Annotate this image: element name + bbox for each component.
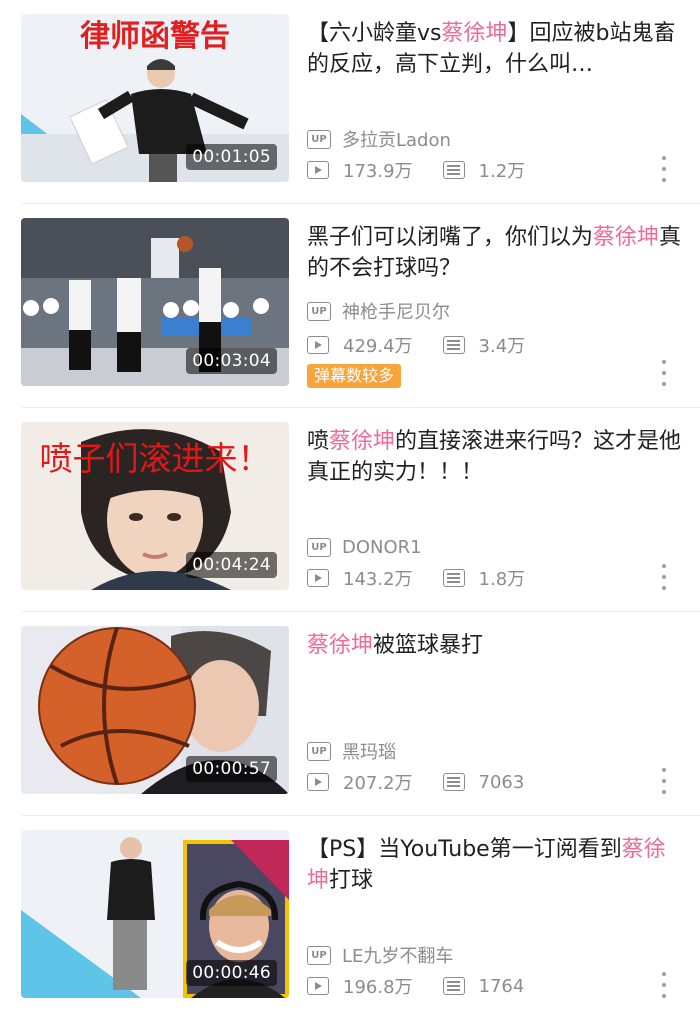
play-count-icon <box>307 569 329 587</box>
uploader-name: 神枪手尼贝尔 <box>342 302 450 323</box>
video-card[interactable]: 律师函警告 00:01:05 【六小龄童vs蔡徐坤】回应被b站鬼畜的反应，高下立… <box>0 0 700 204</box>
video-title[interactable]: 黑子们可以闭嘴了，你们以为蔡徐坤真的不会打球吗？ <box>307 222 682 284</box>
video-card[interactable]: 00:03:04 黑子们可以闭嘴了，你们以为蔡徐坤真的不会打球吗？ UP 神枪手… <box>0 204 700 408</box>
video-list: 律师函警告 00:01:05 【六小龄童vs蔡徐坤】回应被b站鬼畜的反应，高下立… <box>0 0 700 1009</box>
danmaku-count: 1.2万 <box>478 161 526 182</box>
danmaku-count: 1.8万 <box>478 569 526 590</box>
view-count: 173.9万 <box>343 161 413 182</box>
video-thumbnail[interactable]: 00:00:46 <box>21 830 289 998</box>
video-stats: 207.2万 7063 <box>307 769 554 795</box>
thumb-overlay-text: 律师函警告 <box>80 19 230 54</box>
danmaku-count-icon <box>442 569 465 587</box>
more-vertical-icon[interactable] <box>660 768 668 794</box>
duration-badge: 00:01:05 <box>186 144 277 170</box>
play-count-icon <box>307 977 329 995</box>
uploader-name: 黑玛瑙 <box>342 742 396 763</box>
video-stats: 196.8万 1764 <box>307 973 554 999</box>
video-stats: 429.4万 3.4万 <box>307 332 555 358</box>
video-card[interactable]: 喷子们滚进来！ 00:04:24 喷蔡徐坤的直接滚进来行吗？这才是他真正的实力！… <box>0 408 700 612</box>
play-count-icon <box>307 773 329 791</box>
view-count: 143.2万 <box>343 569 413 590</box>
danmaku-count: 3.4万 <box>478 336 526 357</box>
uploader[interactable]: UP DONOR1 <box>307 535 422 559</box>
duration-badge: 00:04:24 <box>186 552 277 578</box>
video-title[interactable]: 【PS】当YouTube第一订阅看到蔡徐坤打球 <box>307 834 682 896</box>
play-count-icon <box>307 161 329 179</box>
danmaku-count-icon <box>442 161 465 179</box>
view-count: 429.4万 <box>343 336 413 357</box>
video-title[interactable]: 蔡徐坤被篮球暴打 <box>307 630 682 661</box>
video-title[interactable]: 【六小龄童vs蔡徐坤】回应被b站鬼畜的反应，高下立判，什么叫… <box>307 18 682 80</box>
duration-badge: 00:00:57 <box>186 756 277 782</box>
video-thumbnail[interactable]: 律师函警告 00:01:05 <box>21 14 289 182</box>
video-thumbnail[interactable]: 00:03:04 <box>21 218 289 386</box>
danmaku-count: 7063 <box>478 771 525 793</box>
video-card[interactable]: 00:00:57 蔡徐坤被篮球暴打 UP 黑玛瑙 207.2万 7063 <box>0 612 700 816</box>
uploader-name: DONOR1 <box>342 536 422 558</box>
tag-badge: 弹幕数较多 <box>307 364 402 388</box>
uploader[interactable]: UP 多拉贡Ladon <box>307 127 451 151</box>
uploader-name: 多拉贡Ladon <box>342 130 451 151</box>
up-badge-icon: UP <box>307 301 331 321</box>
up-badge-icon: UP <box>307 945 331 965</box>
duration-badge: 00:00:46 <box>186 960 277 986</box>
up-badge-icon: UP <box>307 741 331 761</box>
thumb-overlay-text: 喷子们滚进来！ <box>40 439 271 478</box>
more-vertical-icon[interactable] <box>660 972 668 998</box>
danmaku-count-icon <box>442 773 465 791</box>
uploader-name: LE九岁不翻车 <box>342 946 454 967</box>
view-count: 207.2万 <box>343 773 413 794</box>
uploader[interactable]: UP 黑玛瑙 <box>307 739 396 763</box>
uploader[interactable]: UP LE九岁不翻车 <box>307 943 453 967</box>
danmaku-count: 1764 <box>478 975 525 997</box>
danmaku-count-icon <box>442 336 465 354</box>
video-card[interactable]: 00:00:46 【PS】当YouTube第一订阅看到蔡徐坤打球 UP LE九岁… <box>0 816 700 1009</box>
video-thumbnail[interactable]: 喷子们滚进来！ 00:04:24 <box>21 422 289 590</box>
view-count: 196.8万 <box>343 977 413 998</box>
video-title[interactable]: 喷蔡徐坤的直接滚进来行吗？这才是他真正的实力！！！ <box>307 426 682 488</box>
more-vertical-icon[interactable] <box>660 156 668 182</box>
more-vertical-icon[interactable] <box>660 360 668 386</box>
play-count-icon <box>307 336 329 354</box>
uploader[interactable]: UP 神枪手尼贝尔 <box>307 299 450 323</box>
danmaku-count-icon <box>442 977 465 995</box>
video-stats: 173.9万 1.2万 <box>307 157 555 183</box>
more-vertical-icon[interactable] <box>660 564 668 590</box>
video-thumbnail[interactable]: 00:00:57 <box>21 626 289 794</box>
video-stats: 143.2万 1.8万 <box>307 565 555 591</box>
duration-badge: 00:03:04 <box>186 348 277 374</box>
up-badge-icon: UP <box>307 129 331 149</box>
up-badge-icon: UP <box>307 537 331 557</box>
